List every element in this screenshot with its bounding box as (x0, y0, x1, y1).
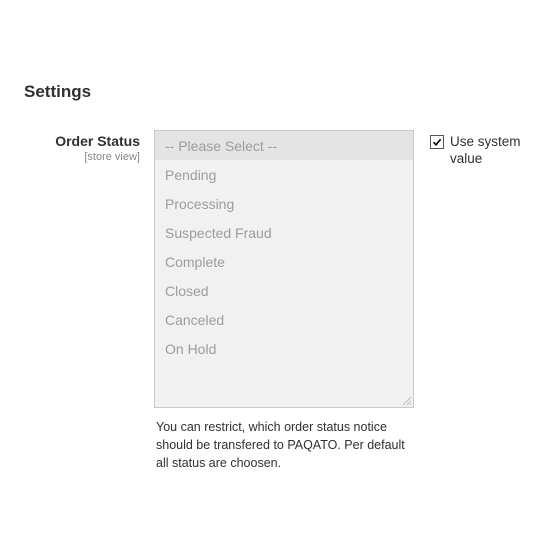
listbox-option[interactable]: Complete (155, 247, 413, 276)
order-status-listbox[interactable]: -- Please Select --PendingProcessingSusp… (154, 130, 414, 408)
listbox-option[interactable]: Processing (155, 189, 413, 218)
field-scope: [store view] (20, 151, 140, 163)
field-help-text: You can restrict, which order status not… (156, 418, 416, 472)
listbox-option[interactable]: Canceled (155, 305, 413, 334)
listbox-option[interactable]: On Hold (155, 334, 413, 363)
listbox-option[interactable]: Pending (155, 160, 413, 189)
field-label-text: Order Status (20, 133, 140, 149)
checkbox-icon (430, 135, 444, 149)
field-label-order-status: Order Status [store view] (20, 133, 140, 163)
listbox-option[interactable]: Closed (155, 276, 413, 305)
listbox-option[interactable]: Suspected Fraud (155, 218, 413, 247)
use-system-value-checkbox[interactable]: Use system value (430, 134, 540, 168)
resize-grip-icon (400, 394, 412, 406)
listbox-option[interactable]: -- Please Select -- (155, 131, 413, 160)
use-system-value-label: Use system value (450, 134, 540, 168)
section-title: Settings (24, 82, 91, 102)
